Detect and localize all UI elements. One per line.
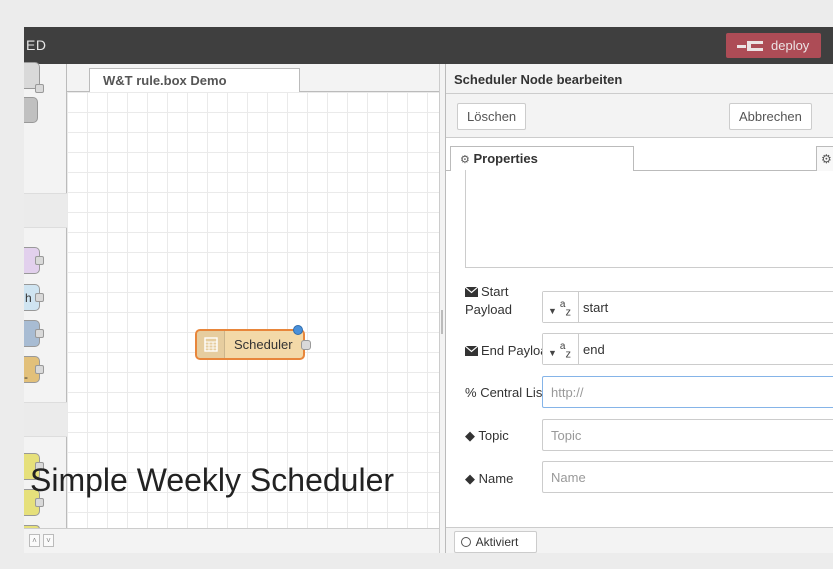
scheduler-node-icon-box xyxy=(197,331,225,358)
name-label: ◆ Name xyxy=(465,471,514,486)
tab-settings[interactable]: ⚙ xyxy=(816,146,833,172)
resize-grip-icon xyxy=(441,310,443,334)
name-input[interactable]: Name xyxy=(542,461,833,493)
scheduler-node[interactable]: Scheduler xyxy=(195,325,311,360)
node-editor-panel: Scheduler Node bearbeiten Löschen Abbrec… xyxy=(445,64,833,553)
start-payload-value: start xyxy=(583,300,609,315)
palette-node-dash: - xyxy=(24,370,28,384)
enabled-toggle-label: Aktiviert xyxy=(475,535,519,549)
string-type-icon: az xyxy=(559,341,571,361)
link-icon: % xyxy=(465,385,477,400)
circle-icon xyxy=(461,537,471,547)
gear-icon: ⚙ xyxy=(460,154,470,166)
editor-title: Scheduler Node bearbeiten xyxy=(446,64,833,94)
palette-node-port xyxy=(35,329,44,338)
central-list-input[interactable]: http:// xyxy=(542,376,833,408)
flow-tab[interactable]: W&T rule.box Demo xyxy=(89,68,300,93)
start-payload-label: Start Payload xyxy=(464,284,512,317)
editor-body: Start Payload ▼az start End Payload ▼az … xyxy=(446,170,833,527)
editor-toolbar: Löschen Abbrechen xyxy=(446,94,833,138)
flow-tab-bar: W&T rule.box Demo xyxy=(67,64,439,93)
delete-button[interactable]: Löschen xyxy=(457,103,527,130)
scheduler-node-changed-dot xyxy=(293,325,303,335)
start-payload-type-select[interactable]: ▼az xyxy=(543,292,579,322)
schedule-editor-area[interactable] xyxy=(465,170,833,268)
scheduler-node-label: Scheduler xyxy=(234,337,293,352)
envelope-icon xyxy=(464,345,479,356)
palette-node-port xyxy=(35,293,44,302)
tab-properties[interactable]: ⚙ Properties xyxy=(450,146,634,172)
central-list-label: % Central List xyxy=(465,385,546,400)
palette-collapse-button[interactable]: ˄ xyxy=(29,534,40,547)
tab-properties-label: Properties xyxy=(473,151,538,166)
workspace-footer xyxy=(67,528,439,553)
topic-input[interactable]: Topic xyxy=(542,419,833,451)
app-header: ED deploy xyxy=(24,27,833,64)
string-type-icon: az xyxy=(559,299,571,319)
palette-node-port xyxy=(35,365,44,374)
palette-node[interactable] xyxy=(24,97,38,123)
cancel-button[interactable]: Abbrechen xyxy=(729,103,812,130)
tag-icon: ◆ xyxy=(465,471,475,486)
gear-icon: ⚙ xyxy=(821,152,832,166)
end-payload-value: end xyxy=(583,342,605,357)
topic-label: ◆ Topic xyxy=(465,428,509,443)
enabled-toggle[interactable]: Aktiviert xyxy=(454,531,537,553)
palette-category[interactable] xyxy=(24,193,67,228)
scheduler-node-output-port[interactable] xyxy=(301,340,311,350)
caret-down-icon: ▼ xyxy=(548,306,557,316)
deploy-icon xyxy=(737,40,763,51)
calendar-icon xyxy=(204,337,218,352)
palette-node-port xyxy=(35,498,44,507)
tag-icon: ◆ xyxy=(465,428,475,443)
deploy-label: deploy xyxy=(771,38,810,53)
envelope-icon xyxy=(464,286,479,297)
overlay-caption: Simple Weekly Scheduler xyxy=(30,462,395,498)
palette-node-port xyxy=(35,256,44,265)
editor-tabs: ⚙ Properties ⚙ xyxy=(446,138,833,172)
palette-expand-button[interactable]: ˅ xyxy=(43,534,54,547)
palette-node-port xyxy=(35,84,44,93)
end-payload-input[interactable]: ▼az end xyxy=(542,333,833,365)
end-payload-type-select[interactable]: ▼az xyxy=(543,334,579,364)
editor-footer: Aktiviert xyxy=(446,527,833,553)
deploy-button[interactable]: deploy xyxy=(726,33,821,58)
app-logo-text: ED xyxy=(26,37,47,53)
caret-down-icon: ▼ xyxy=(548,348,557,358)
palette-node-letter: h xyxy=(25,291,32,305)
start-payload-input[interactable]: ▼az start xyxy=(542,291,833,323)
palette-footer: ˄ ˅ xyxy=(24,528,67,553)
palette-category[interactable] xyxy=(24,402,67,437)
